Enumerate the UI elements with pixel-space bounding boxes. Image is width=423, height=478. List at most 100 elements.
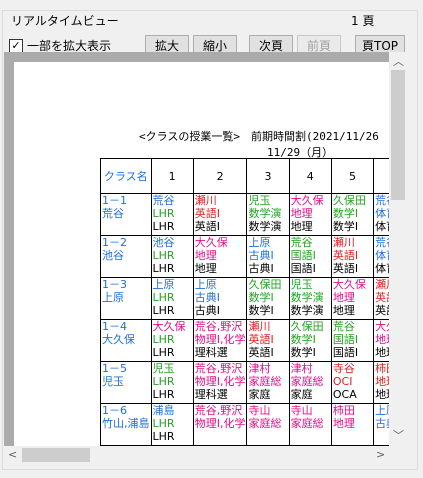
cell-line: 物理Ⅰ,化学 bbox=[194, 333, 246, 346]
scroll-down-icon[interactable]: ﹀ bbox=[393, 430, 404, 441]
cell-line: 地理 bbox=[375, 346, 389, 359]
period-cell: 児玉 LHR LHR bbox=[150, 361, 194, 404]
cell-line: 国語Ⅰ bbox=[290, 262, 316, 275]
period-cell: 久保田 数学Ⅰ 数学Ⅰ bbox=[246, 277, 290, 320]
scroll-up-icon[interactable]: ︿ bbox=[393, 56, 404, 67]
class-name-cell: 1－3 上原 bbox=[100, 277, 152, 320]
cell-line: 荒谷, bbox=[375, 194, 389, 208]
horizontal-scroll-thumb[interactable] bbox=[22, 448, 90, 462]
cell-line: 地理 bbox=[332, 291, 355, 304]
cell-line: 大久保 bbox=[290, 194, 324, 208]
cell-line: 瀬川 bbox=[194, 194, 217, 208]
cell-line: 荒谷, bbox=[375, 236, 389, 250]
period-cell: 池谷 LHR LHR bbox=[150, 235, 194, 278]
cell-line: 荒谷,野沢 bbox=[194, 362, 243, 376]
cell-line: 理科選 bbox=[194, 346, 228, 359]
panel-title: リアルタイムビュー bbox=[9, 12, 121, 29]
cell-line: 英語 bbox=[375, 291, 389, 304]
period-cell: 瀬川 英語Ⅰ 英語Ⅰ bbox=[246, 319, 290, 362]
class-name-line: 上原 bbox=[102, 291, 124, 304]
class-name-line: 池谷 bbox=[102, 249, 124, 262]
period-cell: 荒谷 LHR LHR bbox=[150, 193, 194, 236]
cell-line: 英語Ⅰ bbox=[194, 207, 220, 220]
cell-line: 上原 bbox=[194, 278, 217, 292]
period-cell: 柿田 地理 bbox=[330, 403, 375, 446]
cell-line: 数学Ⅰ bbox=[332, 207, 359, 220]
preview-page: <クラスの授業一覧> 前期時間割(2021/11/26 0 11/29（月） ク… bbox=[14, 62, 389, 446]
cell-line: 古典Ⅰ bbox=[248, 262, 274, 275]
cell-line: 津村 bbox=[290, 362, 313, 376]
period-cell: 児玉 数学演 数学演 bbox=[288, 277, 332, 320]
cell-line: LHR bbox=[152, 388, 175, 401]
table-row: 1－4 大久保 大久保 LHR LHR 荒谷,野沢 物理Ⅰ,化学 理科選 瀬川 英語Ⅰ 英語Ⅰ 久保田… bbox=[100, 319, 389, 362]
cell-line: 数学Ⅰ bbox=[290, 346, 316, 359]
period-cell: 大久地理地理 bbox=[373, 319, 389, 362]
cell-line: 寺山 bbox=[248, 404, 271, 418]
cell-line: LHR bbox=[152, 291, 175, 304]
cell-line: 物理Ⅰ,化学 bbox=[194, 417, 246, 430]
cell-line: 久保田 bbox=[248, 278, 282, 292]
cell-line: LHR bbox=[152, 207, 175, 220]
cell-line: 久保田 bbox=[332, 194, 366, 208]
cell-line: LHR bbox=[152, 333, 175, 346]
class-name-cell: 1－5 児玉 bbox=[100, 361, 152, 404]
period-cell: 荒谷 国語Ⅰ 国語Ⅰ bbox=[330, 319, 375, 362]
period-cell: 久保田 数学Ⅰ 数学Ⅰ bbox=[288, 319, 332, 362]
cell-line: 地理 bbox=[332, 417, 355, 430]
period-cell: 大久保 地理 地理 bbox=[330, 277, 375, 320]
class-name-line: 1－1 bbox=[102, 194, 127, 208]
period-cell: 津村 家庭総 家庭 bbox=[288, 361, 332, 404]
cell-line: 英語 bbox=[375, 304, 389, 317]
scroll-left-icon[interactable]: < bbox=[8, 449, 17, 460]
preview-viewport[interactable]: <クラスの授業一覧> 前期時間割(2021/11/26 0 11/29（月） ク… bbox=[4, 52, 389, 446]
period-cell: 津村 家庭総 家庭 bbox=[246, 361, 290, 404]
period-cell: 荒谷 国語Ⅰ 国語Ⅰ bbox=[288, 235, 332, 278]
cell-line: 理科選 bbox=[194, 388, 228, 401]
period-cell: 瀬川 英語Ⅰ 英語Ⅰ bbox=[330, 235, 375, 278]
vertical-scroll-thumb[interactable] bbox=[391, 70, 405, 200]
period-cell: 児玉 数学演 数学演 bbox=[246, 193, 290, 236]
class-name-cell: 1－1 荒谷 bbox=[100, 193, 152, 236]
cell-line: 荒谷 bbox=[290, 236, 313, 250]
header-period: 4 bbox=[288, 158, 332, 194]
cell-line: LHR bbox=[152, 249, 175, 262]
cell-line: 家庭総 bbox=[248, 375, 282, 388]
cell-line: 津村 bbox=[248, 362, 271, 376]
cell-line: 池谷 bbox=[152, 236, 175, 250]
header-class-name: クラス名 bbox=[100, 158, 152, 194]
horizontal-scrollbar[interactable]: < > bbox=[4, 446, 389, 464]
class-name-cell: 1－2 池谷 bbox=[100, 235, 152, 278]
cell-line: 児玉 bbox=[152, 362, 175, 376]
cell-line: LHR bbox=[152, 346, 175, 359]
period-cell: 荒谷,野沢 物理Ⅰ,化学 bbox=[192, 403, 248, 446]
cell-line: 家庭総 bbox=[290, 375, 324, 388]
table-row: 1－5 児玉 児玉 LHR LHR 荒谷,野沢 物理Ⅰ,化学 理科選 津村 家庭総 家庭 津村 家庭総家… bbox=[100, 361, 389, 404]
scroll-right-icon[interactable]: > bbox=[376, 449, 385, 460]
table-row: 1－1 荒谷 荒谷 LHR LHR 瀬川 英語Ⅰ 英語Ⅰ 児玉 数学演 数学演 大久保 地理 地理 久保田数… bbox=[100, 193, 389, 236]
cell-line: LHR bbox=[152, 304, 175, 317]
cell-line: LHR bbox=[152, 375, 175, 388]
timetable-header-row: クラス名123456 bbox=[100, 158, 389, 194]
class-name-line: 荒谷 bbox=[102, 207, 124, 220]
vertical-scrollbar[interactable]: ︿ ﹀ bbox=[389, 52, 407, 446]
cell-line: 久保田 bbox=[290, 320, 324, 334]
cell-line: LHR bbox=[152, 220, 175, 233]
cell-line: 浦島 bbox=[152, 404, 175, 418]
cell-line: 家庭 bbox=[248, 388, 271, 401]
header-period: 2 bbox=[192, 158, 248, 194]
cell-line: 地理 bbox=[290, 220, 313, 233]
class-name-line: 1－6 bbox=[102, 404, 127, 418]
page-indicator: 1 頁 bbox=[351, 14, 375, 28]
checkbox-box[interactable]: ✓ bbox=[9, 38, 23, 53]
cell-line: 地理 bbox=[290, 207, 313, 220]
cell-line: 地理 bbox=[332, 304, 355, 317]
class-name-line: 1－5 bbox=[102, 362, 127, 376]
cell-line: LHR bbox=[152, 262, 175, 275]
period-cell: 大久保 LHR LHR bbox=[150, 319, 194, 362]
period-cell: 寺谷 OCⅠ OCA bbox=[330, 361, 375, 404]
cell-line: 古典 bbox=[375, 417, 389, 430]
cell-line: 家庭総 bbox=[248, 417, 282, 430]
cell-line: 古典Ⅰ bbox=[194, 304, 220, 317]
cell-line: 英語Ⅰ bbox=[248, 333, 274, 346]
cell-line: 国語Ⅰ bbox=[290, 249, 316, 262]
